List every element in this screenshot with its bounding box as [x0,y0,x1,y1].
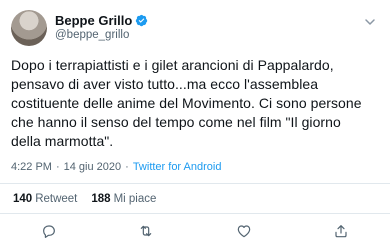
like-button[interactable] [236,223,252,239]
retweet-label: Retweet [35,192,78,205]
reply-icon [42,225,55,238]
chevron-down-icon[interactable] [364,16,376,28]
tweet-date[interactable]: 14 giu 2020 [64,161,122,173]
verified-badge-icon [136,14,148,27]
meta-separator: · [55,161,60,173]
tweet-stats: 140 Retweet 188 Mi piace [11,184,379,213]
share-button[interactable] [333,223,349,239]
share-icon [335,225,347,238]
tweet-card: Beppe Grillo @beppe_grillo Dopo i terrap… [0,0,390,245]
retweet-button[interactable] [138,223,154,239]
tweet-time[interactable]: 4:22 PM [11,161,52,173]
name-row: Beppe Grillo [55,13,148,28]
like-label: Mi piace [113,192,157,205]
author-names: Beppe Grillo @beppe_grillo [55,13,148,43]
tweet-meta: 4:22 PM · 14 giu 2020 · Twitter for Andr… [11,161,379,173]
avatar[interactable] [11,10,47,46]
tweet-text-line: Dopo i terrapiattisti e i gilet arancion… [11,57,334,73]
retweet-stat[interactable]: 140 Retweet [13,193,77,205]
meta-separator: · [125,161,129,173]
tweet-source-link[interactable]: Twitter for Android [133,161,222,173]
tweet-actions [0,214,390,248]
tweet-text-line: pensavo di aver visto tutto...ma ecco l'… [11,76,319,92]
reply-button[interactable] [41,223,57,239]
tweet-header: Beppe Grillo @beppe_grillo [11,10,379,46]
like-count: 188 [91,192,111,205]
tweet-text-line: costituente delle anime del Movimento. C… [11,95,362,111]
like-stat[interactable]: 188 Mi piace [91,193,156,205]
retweet-count: 140 [13,192,33,205]
display-name[interactable]: Beppe Grillo [55,13,132,28]
like-icon [237,225,251,238]
tweet-text: Dopo i terrapiattisti e i gilet arancion… [11,56,379,151]
tweet-text-line: che hanno il senso del tempo come nel fi… [11,114,341,130]
retweet-icon [140,225,152,237]
handle[interactable]: @beppe_grillo [55,28,148,43]
tweet-text-line: della marmotta". [11,133,114,149]
